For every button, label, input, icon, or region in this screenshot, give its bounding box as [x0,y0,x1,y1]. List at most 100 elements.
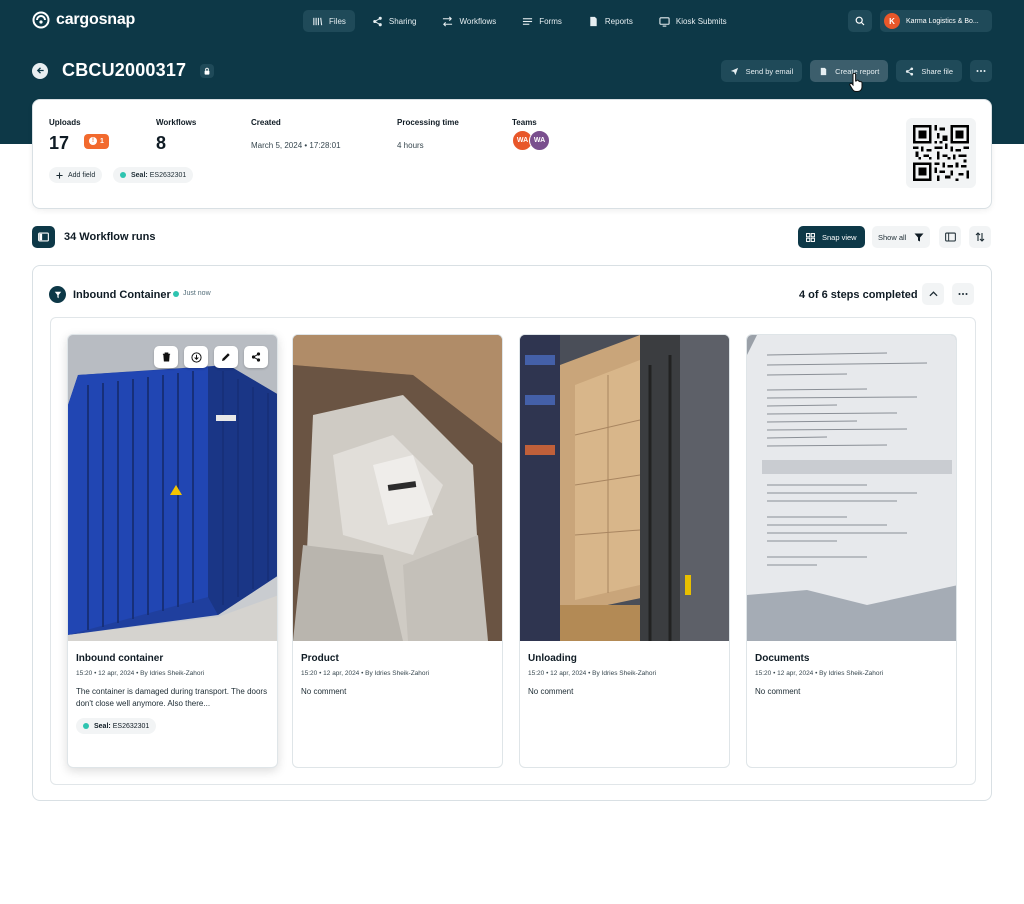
send-by-email-button[interactable]: Send by email [720,60,803,82]
seal-label: Seal: [131,171,148,179]
workflow-time-label: Just now [183,290,211,297]
workflow-status-icon [49,286,66,303]
step-card-unloading[interactable]: Unloading 15:20 • 12 apr, 2024 • By Idri… [519,334,730,768]
trash-icon [162,352,170,362]
org-name: Karma Logistics & Bo... [906,17,979,25]
step-comment: No comment [755,687,801,696]
snap-view-label: Snap view [822,232,857,242]
workflow-more-button[interactable] [952,283,974,305]
processing-time-stat: Processing time 4 hours [397,118,459,150]
seal-chip[interactable]: Seal: ES2632301 [113,167,194,183]
share-file-button[interactable]: Share file [896,60,962,82]
pencil-icon [222,353,230,361]
nav-files-label: Files [329,16,346,26]
created-value: March 5, 2024 • 17:28:01 [251,141,341,150]
seal-label: Seal: [94,722,111,730]
seal-chip[interactable]: Seal: ES2632301 [76,718,157,734]
sort-button[interactable] [969,226,991,248]
step-meta: 15:20 • 12 apr, 2024 • By Idries Sheik-Z… [755,670,884,677]
step-title: Unloading [528,653,577,664]
share-icon [373,16,382,26]
show-all-label: Show all [878,232,907,242]
step-photo[interactable] [68,335,277,641]
grid-icon [806,232,815,242]
workflow-runs-title: 34 Workflow runs [64,231,156,243]
qr-code-icon [913,125,969,181]
step-photo[interactable] [293,335,502,641]
product-box-photo-icon [293,335,502,641]
search-icon [855,16,865,26]
workflow-steps-grid: Inbound container 15:20 • 12 apr, 2024 •… [50,317,976,785]
alert-badge[interactable]: ! 1 [84,133,109,149]
forms-icon [523,17,533,25]
show-all-filter-button[interactable]: Show all [872,226,931,248]
nav-sharing[interactable]: Sharing [363,10,426,32]
delete-button[interactable] [154,346,178,368]
step-title: Documents [755,653,810,664]
more-horizontal-icon [958,293,968,295]
sidebar-toggle-button[interactable] [32,226,55,248]
step-meta: 15:20 • 12 apr, 2024 • By Idries Sheik-Z… [301,670,430,677]
lock-icon [204,67,210,75]
columns-icon [944,232,956,242]
nav-forms-label: Forms [539,16,562,26]
main-nav: Files Sharing Workflows Forms Reports Ki… [303,10,744,32]
workflows-value: 8 [156,133,167,153]
more-actions-button[interactable] [970,60,992,82]
cargosnap-logo-icon [32,11,50,29]
send-by-email-label: Send by email [745,66,794,76]
alert-count: 1 [100,137,104,145]
file-summary-card: Uploads 17 ! 1 Workflows 8 Created March … [32,99,992,209]
funnel-icon [54,291,61,298]
nav-files[interactable]: Files [303,10,355,32]
nav-workflows[interactable]: Workflows [433,10,505,32]
plus-icon [56,171,63,179]
step-meta: 15:20 • 12 apr, 2024 • By Idries Sheik-Z… [528,670,657,677]
share-button[interactable] [244,346,268,368]
nav-reports[interactable]: Reports [579,10,642,32]
file-title-bar: CBCU2000317 [32,60,215,81]
filter-icon [914,233,924,241]
step-photo[interactable] [520,335,729,641]
collapse-button[interactable] [922,283,944,305]
step-card-inbound-container[interactable]: Inbound container 15:20 • 12 apr, 2024 •… [67,334,278,768]
chevron-up-icon [928,291,938,297]
step-card-documents[interactable]: Documents 15:20 • 12 apr, 2024 • By Idri… [746,334,957,768]
lock-button[interactable] [200,63,215,78]
brand-name: cargosnap [56,11,136,28]
download-button[interactable] [184,346,208,368]
nav-workflows-label: Workflows [459,16,497,26]
send-icon [730,67,738,75]
back-button[interactable] [32,62,48,79]
nav-sharing-label: Sharing [388,16,417,26]
brand-logo[interactable]: cargosnap [32,11,135,29]
nav-kiosk-submits-label: Kiosk Submits [675,16,727,26]
step-card-product[interactable]: Product 15:20 • 12 apr, 2024 • By Idries… [292,334,503,768]
workflow-timestamp: Just now [173,290,211,297]
edit-button[interactable] [214,346,238,368]
nav-forms[interactable]: Forms [513,10,571,32]
add-field-button[interactable]: Add field [49,167,103,183]
step-comment: The container is damaged during transpor… [76,687,268,708]
more-horizontal-icon [976,70,986,72]
qr-code[interactable] [906,118,976,188]
processing-time-label: Processing time [397,118,459,127]
alert-icon: ! [89,137,98,146]
uploads-label: Uploads [49,118,81,127]
team-avatar[interactable]: WA [529,130,550,151]
search-button[interactable] [848,10,872,32]
share-icon [906,66,914,76]
snap-view-button[interactable]: Snap view [798,226,865,248]
nav-kiosk-submits[interactable]: Kiosk Submits [650,10,736,32]
org-avatar: K [884,13,900,29]
step-photo[interactable] [747,335,956,641]
download-icon [190,351,202,363]
top-navigation: cargosnap Files Sharing Workflows Forms … [0,0,1024,42]
organization-switcher[interactable]: K Karma Logistics & Bo... [880,10,992,32]
processing-time-value: 4 hours [397,141,424,150]
container-photo-icon [68,335,277,641]
layout-toggle-button[interactable] [939,226,961,248]
unloading-photo-icon [520,335,729,641]
teams-label: Teams [512,118,537,127]
sidebar-icon [38,232,49,242]
